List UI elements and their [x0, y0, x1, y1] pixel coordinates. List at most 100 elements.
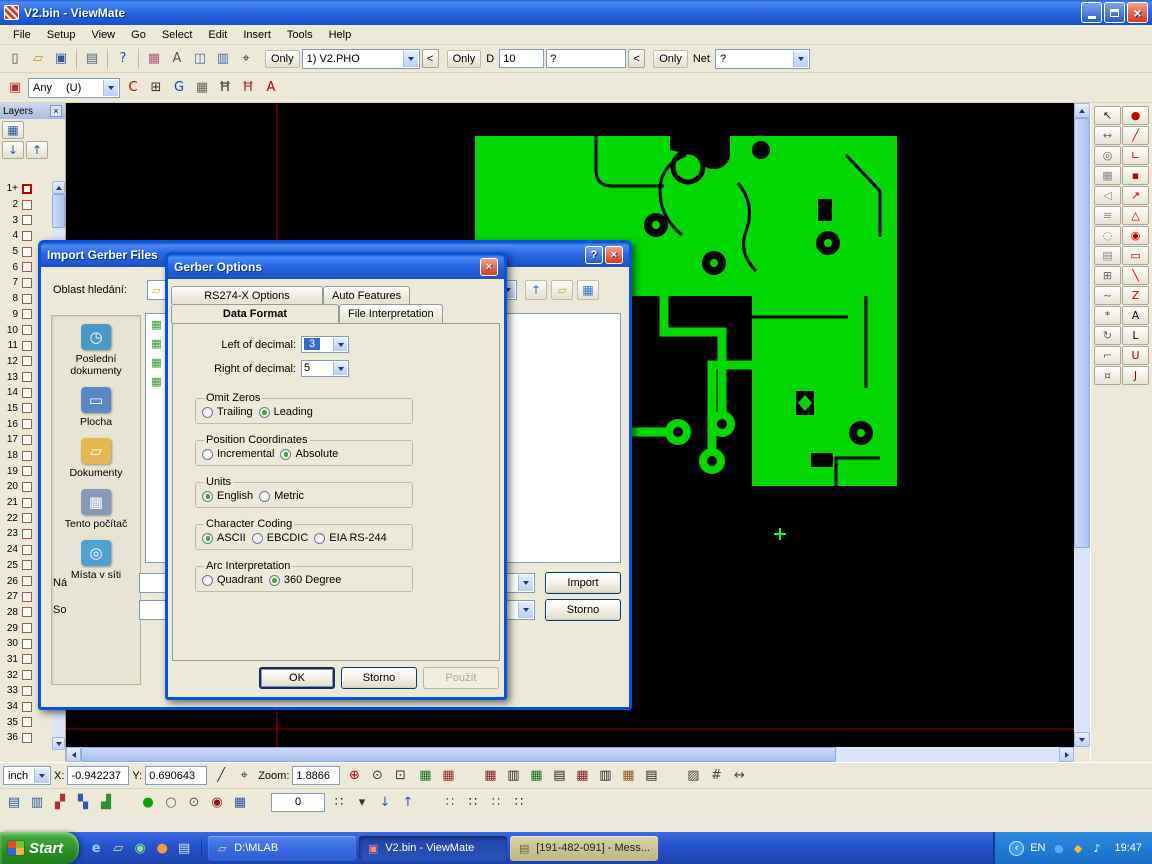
- layer-color-swatch[interactable]: [22, 529, 32, 539]
- menu-item[interactable]: File: [5, 27, 39, 43]
- aperture-pattern-icon[interactable]: ∷: [462, 792, 484, 812]
- layer-color-swatch[interactable]: [22, 498, 32, 508]
- media-player-icon[interactable]: ◉: [131, 839, 149, 857]
- folder-explorer-icon[interactable]: ▱: [109, 839, 127, 857]
- layer-color-swatch[interactable]: [22, 654, 32, 664]
- layer-color-swatch[interactable]: [22, 576, 32, 586]
- chevron-down-icon[interactable]: [518, 602, 533, 618]
- rotation-field[interactable]: [271, 793, 325, 812]
- layers-panel-close-button[interactable]: ×: [50, 105, 62, 117]
- layer-color-swatch[interactable]: [22, 388, 32, 398]
- pad-grid-icon[interactable]: ▦: [229, 792, 251, 812]
- colors-icon[interactable]: ▞: [49, 792, 71, 812]
- layer-color-swatch[interactable]: [22, 215, 32, 225]
- radio-option[interactable]: ASCII: [202, 532, 246, 544]
- close-button[interactable]: ×: [605, 246, 623, 264]
- taskbar-task-button[interactable]: ▣ V2.bin - ViewMate: [359, 836, 507, 861]
- layer-color-swatch[interactable]: [22, 294, 32, 304]
- report-icon[interactable]: ▤: [3, 792, 25, 812]
- board-view-icon[interactable]: ▥: [212, 49, 234, 69]
- layer-color-swatch[interactable]: [22, 702, 32, 712]
- show-desktop-icon[interactable]: ▤: [175, 839, 193, 857]
- zoom-point-icon[interactable]: ⊙: [366, 766, 388, 786]
- place-item[interactable]: ◷ Poslední dokumenty: [54, 324, 138, 377]
- draw-u-icon[interactable]: U: [1122, 346, 1149, 365]
- draw-polyline-icon[interactable]: ∟: [1122, 146, 1149, 165]
- shift-down-icon[interactable]: ↓: [374, 792, 396, 812]
- radio-option[interactable]: EIA RS-244: [314, 532, 386, 544]
- measure-tool-icon[interactable]: ⌖: [235, 49, 257, 69]
- via-icon[interactable]: ◉: [206, 792, 228, 812]
- layer-color-swatch[interactable]: [22, 341, 32, 351]
- radio-option[interactable]: Metric: [259, 490, 304, 502]
- aperture-pattern-icon[interactable]: ∷: [439, 792, 461, 812]
- tab[interactable]: Data Format: [171, 304, 339, 323]
- new-folder-icon[interactable]: ▱: [551, 280, 573, 300]
- radio-option[interactable]: Leading: [259, 406, 313, 418]
- scroll-down-icon[interactable]: [1074, 732, 1090, 747]
- language-indicator[interactable]: EN: [1030, 842, 1045, 854]
- scroll-thumb[interactable]: [81, 747, 836, 762]
- dropdown-icon[interactable]: ▾: [351, 792, 373, 812]
- align-icon[interactable]: ≡: [1094, 206, 1121, 225]
- grid-snap-icon[interactable]: ⊞: [1094, 266, 1121, 285]
- dcode-view-icon[interactable]: ▦: [479, 766, 501, 786]
- layer-color-swatch[interactable]: [22, 560, 32, 570]
- vertical-scrollbar[interactable]: [1074, 103, 1090, 747]
- radio-option[interactable]: Incremental: [202, 448, 274, 460]
- measure-corner-icon[interactable]: ⌐: [1094, 346, 1121, 365]
- dcode-view-icon[interactable]: ▤: [640, 766, 662, 786]
- aperture-pattern-icon[interactable]: ∷: [485, 792, 507, 812]
- draw-arrow-icon[interactable]: ↗: [1122, 186, 1149, 205]
- dcode-view-icon[interactable]: ▦: [525, 766, 547, 786]
- add-text-icon[interactable]: A: [260, 78, 282, 98]
- layer-combo[interactable]: 1) V2.PHO: [302, 49, 420, 69]
- ghost-circle-icon[interactable]: ◌: [1094, 226, 1121, 245]
- antivirus-icon[interactable]: ◆: [1070, 841, 1085, 856]
- draw-pad-icon[interactable]: ▪: [1122, 166, 1149, 185]
- measure-diagonal-icon[interactable]: ╱: [210, 766, 232, 786]
- draw-diagonal-icon[interactable]: ╲: [1122, 266, 1149, 285]
- goto-icon[interactable]: G: [168, 78, 190, 98]
- previous-layer-button[interactable]: <: [422, 49, 439, 68]
- previous-net-button[interactable]: <: [628, 49, 645, 68]
- close-button[interactable]: [1127, 2, 1148, 23]
- layer-color-swatch[interactable]: [22, 200, 32, 210]
- layer-row[interactable]: 3: [0, 212, 52, 228]
- chevron-down-icon[interactable]: [103, 80, 118, 96]
- layer-color-swatch[interactable]: [22, 325, 32, 335]
- scroll-up-icon[interactable]: [52, 181, 65, 194]
- layer-color-swatch[interactable]: [22, 482, 32, 492]
- layer-color-swatch[interactable]: [22, 545, 32, 555]
- import-button[interactable]: Import: [545, 572, 621, 594]
- apply-button[interactable]: Použít: [423, 667, 499, 689]
- chevron-down-icon[interactable]: [333, 362, 347, 375]
- smooth-icon[interactable]: ~: [1094, 286, 1121, 305]
- dot-matrix-icon[interactable]: ∷: [328, 792, 350, 812]
- grid-toggle-icon[interactable]: ▦: [191, 78, 213, 98]
- chevron-down-icon[interactable]: [333, 338, 347, 351]
- zoom-window-icon[interactable]: ⊡: [389, 766, 411, 786]
- shift-up-icon[interactable]: ↑: [397, 792, 419, 812]
- layer-table-icon[interactable]: ▦: [2, 121, 24, 139]
- layer-row[interactable]: 35: [0, 714, 52, 730]
- dcode-filter-input[interactable]: [546, 49, 626, 68]
- menu-item[interactable]: Tools: [279, 27, 321, 43]
- new-file-icon[interactable]: ▯: [4, 49, 26, 69]
- scroll-thumb[interactable]: [1074, 118, 1090, 548]
- layer-colors-icon[interactable]: ▣: [4, 78, 26, 98]
- start-button[interactable]: Start: [0, 832, 79, 864]
- close-button[interactable]: ×: [480, 258, 498, 276]
- layer-color-swatch[interactable]: [22, 717, 32, 727]
- layer-color-swatch[interactable]: [22, 670, 32, 680]
- dcode-input[interactable]: [499, 49, 544, 68]
- scroll-thumb[interactable]: [52, 194, 65, 228]
- layer-color-swatch[interactable]: [22, 247, 32, 257]
- tab[interactable]: Auto Features: [323, 286, 410, 304]
- layer-color-swatch[interactable]: [22, 356, 32, 366]
- print-icon[interactable]: ▤: [81, 49, 103, 69]
- menu-item[interactable]: Go: [123, 27, 154, 43]
- chevron-down-icon[interactable]: [518, 575, 533, 591]
- net-combo[interactable]: ?: [715, 49, 810, 69]
- chevron-down-icon[interactable]: [403, 51, 418, 67]
